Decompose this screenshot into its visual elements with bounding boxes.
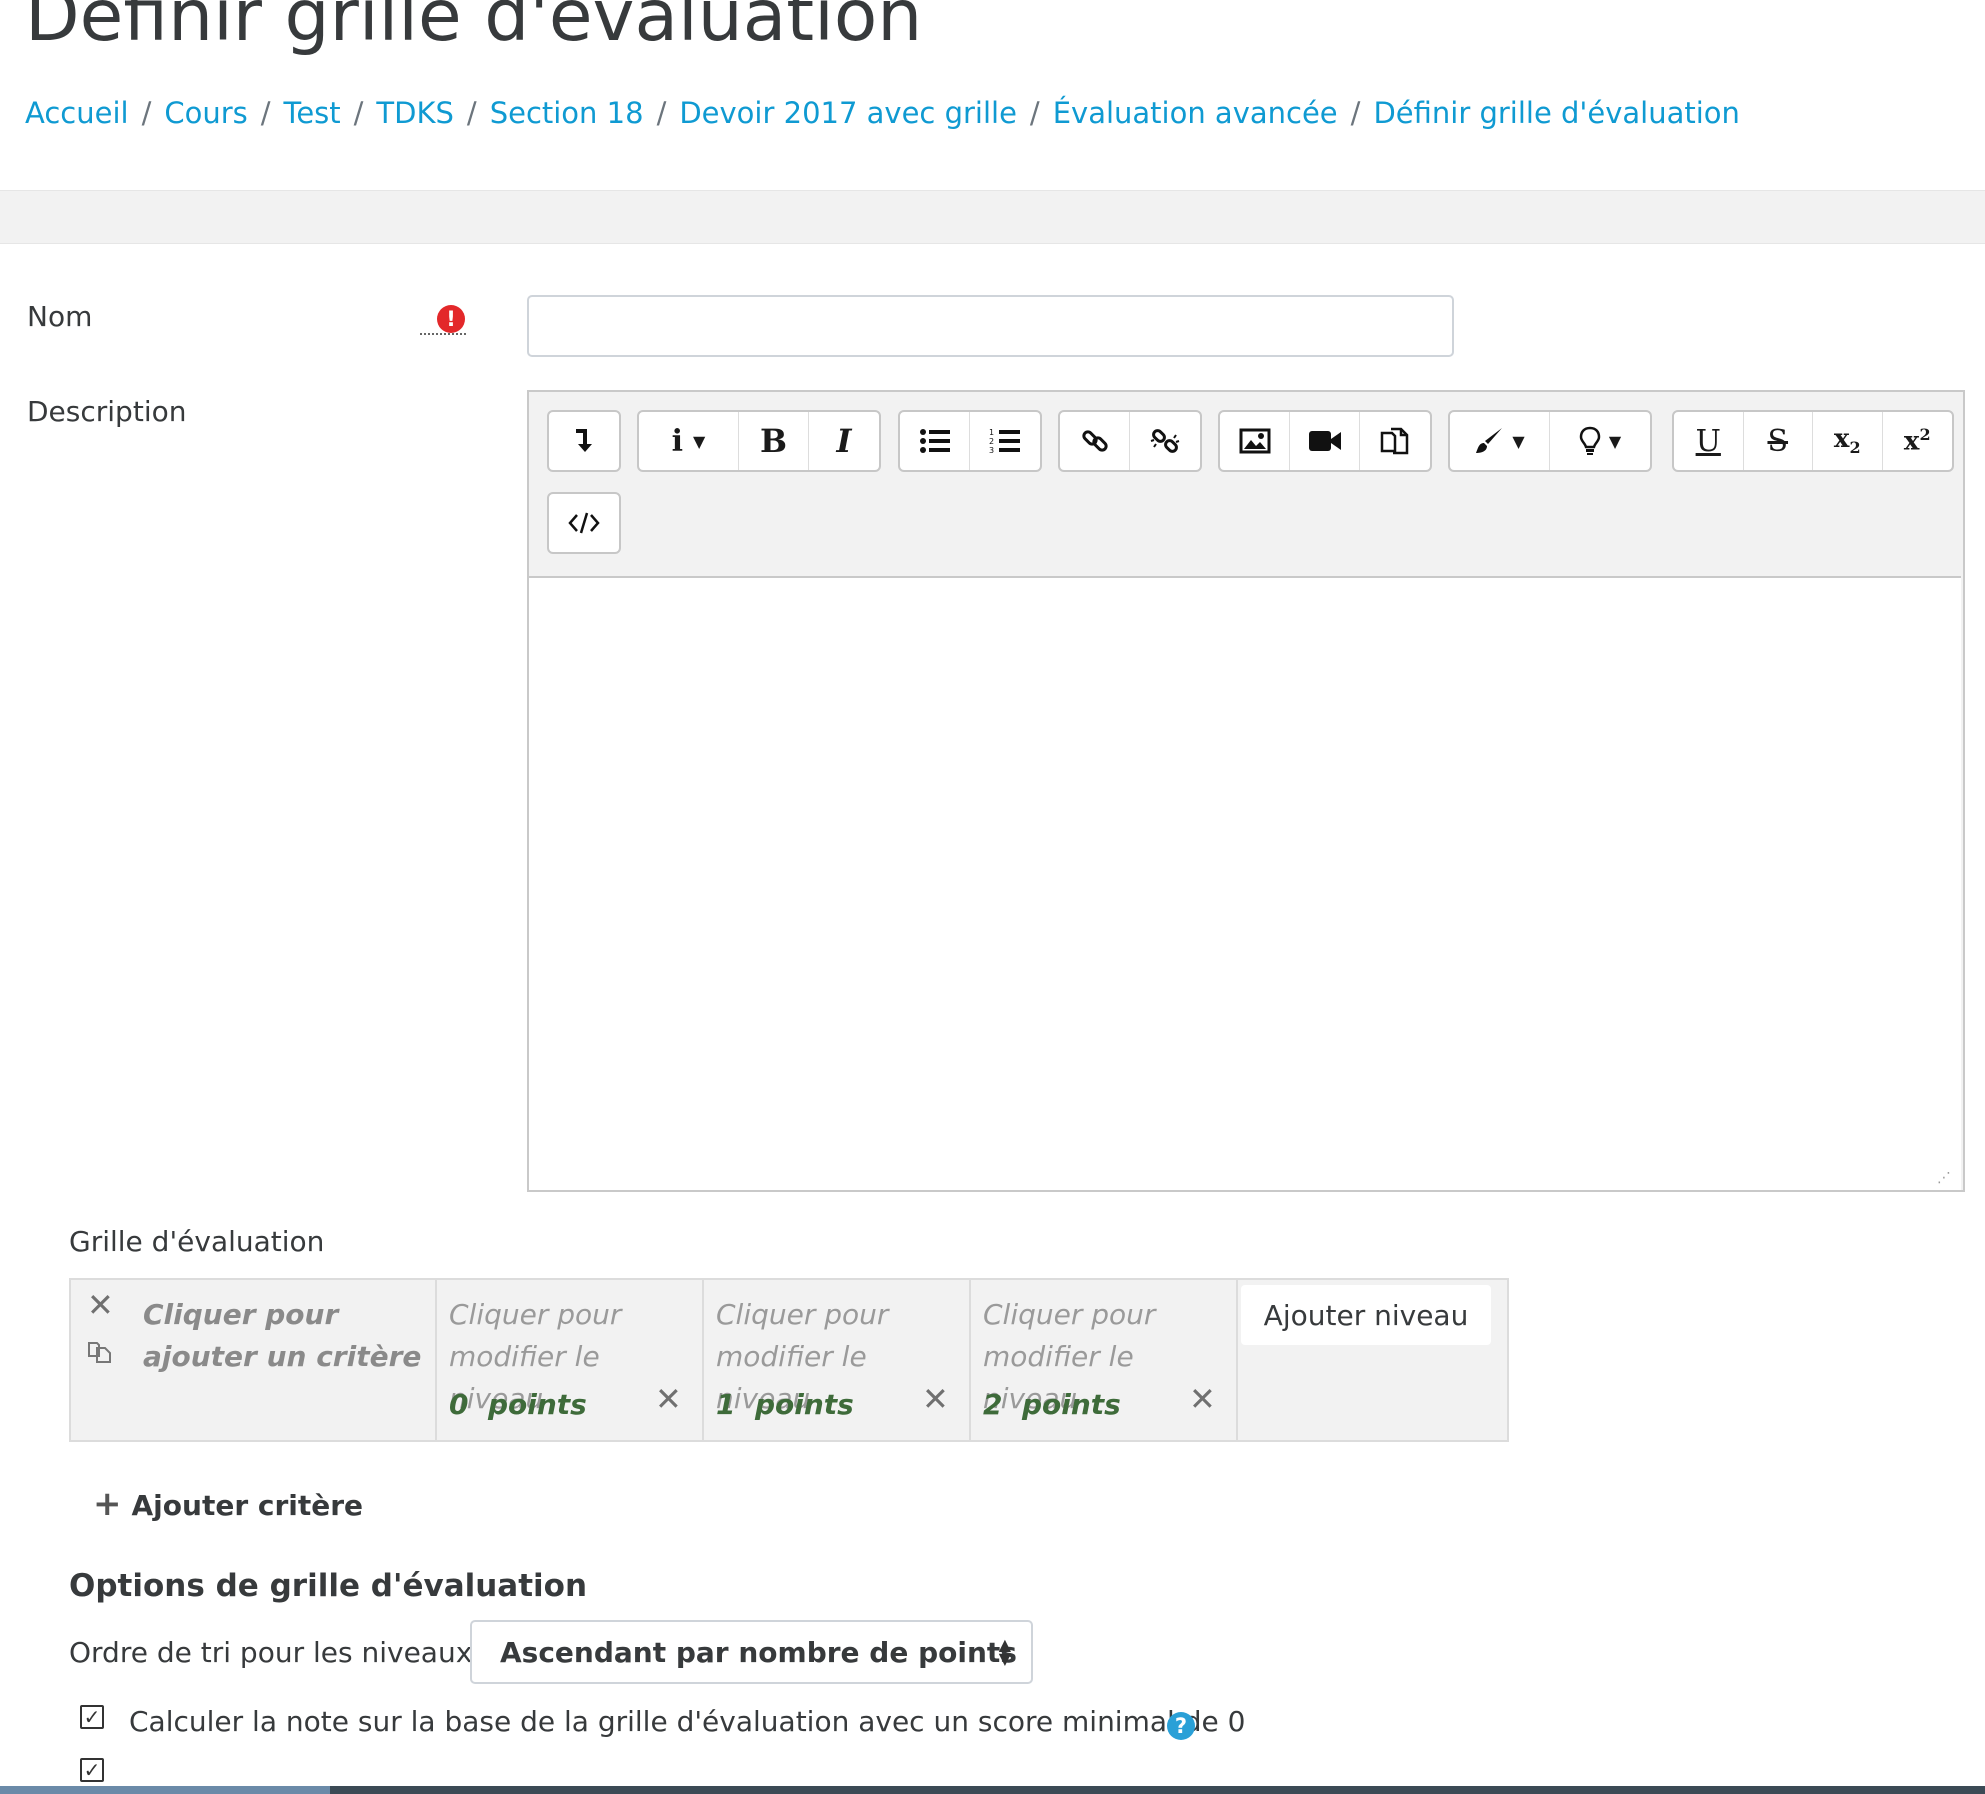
delete-level-icon[interactable]: ✕: [922, 1380, 949, 1418]
name-label: Nom: [27, 300, 93, 333]
svg-text:1: 1: [989, 428, 994, 437]
level-points[interactable]: 0 points: [449, 1388, 587, 1421]
image-icon[interactable]: [1220, 412, 1290, 470]
select-arrows-icon: ▲ ▼: [998, 1635, 1011, 1668]
name-input[interactable]: [527, 295, 1454, 357]
breadcrumb-section[interactable]: Section 18: [490, 96, 644, 130]
level-cell-0[interactable]: Cliquer pour modifier le niveau 0 points…: [437, 1280, 704, 1440]
rubric-label: Grille d'évaluation: [69, 1225, 325, 1258]
criterion-cell: ✕ Cliquer pour ajouter un critère: [71, 1280, 437, 1440]
editor-content-area[interactable]: [529, 576, 1961, 1190]
breadcrumb-test[interactable]: Test: [284, 96, 341, 130]
breadcrumb-devoir[interactable]: Devoir 2017 avec grille: [679, 96, 1017, 130]
sort-order-label: Ordre de tri pour les niveaux :: [69, 1636, 491, 1669]
breadcrumb-cours[interactable]: Cours: [164, 96, 247, 130]
header-band: [0, 190, 1985, 244]
bottom-strip: [0, 1786, 1985, 1794]
breadcrumb-accueil[interactable]: Accueil: [25, 96, 129, 130]
resize-grip-icon[interactable]: ⋰: [1937, 1170, 1953, 1186]
italic-icon[interactable]: I: [809, 412, 879, 470]
toolbar-group-collapse: [547, 410, 621, 472]
level-points[interactable]: 2 points: [983, 1388, 1121, 1421]
toolbar-group-style: i ▼ B I: [637, 410, 881, 472]
toolbar-group-links: [1058, 410, 1202, 472]
level-cell-1[interactable]: Cliquer pour modifier le niveau 1 points…: [704, 1280, 971, 1440]
strikethrough-icon[interactable]: S: [1744, 412, 1813, 470]
description-label: Description: [27, 395, 187, 428]
text-color-icon[interactable]: ▼: [1450, 412, 1550, 470]
paragraph-style-icon[interactable]: i ▼: [639, 412, 739, 470]
criterion-description[interactable]: Cliquer pour ajouter un critère: [143, 1294, 428, 1378]
toolbar-group-tools: ▼ ▼: [1448, 410, 1652, 472]
toolbar-group-media: [1218, 410, 1432, 472]
toolbar-group-lists: 123: [898, 410, 1042, 472]
accessibility-icon[interactable]: ▼: [1550, 412, 1650, 470]
page-title: Définir grille d'évaluation: [25, 0, 923, 57]
unlink-icon[interactable]: [1130, 412, 1200, 470]
superscript-icon[interactable]: x2: [1883, 412, 1953, 470]
link-icon[interactable]: [1060, 412, 1130, 470]
required-icon: !: [437, 305, 465, 333]
toolbar-group-format: U S x2 x2: [1672, 410, 1954, 472]
collapse-icon[interactable]: [549, 412, 619, 470]
duplicate-criterion-icon[interactable]: [87, 1340, 113, 1368]
help-icon[interactable]: ?: [1167, 1712, 1195, 1740]
svg-text:3: 3: [989, 446, 994, 455]
svg-text:2: 2: [989, 437, 994, 446]
breadcrumb: Accueil / Cours / Test / TDKS / Section 18/Devoi…: [25, 96, 1740, 130]
level-points[interactable]: 1 points: [716, 1388, 854, 1421]
delete-level-icon[interactable]: ✕: [1189, 1380, 1216, 1418]
add-level-button[interactable]: Ajouter niveau: [1241, 1285, 1491, 1345]
add-criterion-button[interactable]: + Ajouter critère: [93, 1484, 363, 1524]
options-heading: Options de grille d'évaluation: [69, 1568, 588, 1604]
underline-icon[interactable]: U: [1674, 412, 1744, 470]
numbered-list-icon[interactable]: 123: [970, 412, 1040, 470]
bulleted-list-icon[interactable]: [900, 412, 970, 470]
sort-order-select[interactable]: Ascendant par nombre de points ▲ ▼: [470, 1620, 1033, 1684]
video-icon[interactable]: [1290, 412, 1360, 470]
delete-level-icon[interactable]: ✕: [655, 1380, 682, 1418]
plus-icon: +: [93, 1484, 122, 1524]
min-score-checkbox[interactable]: ✓: [80, 1705, 104, 1729]
breadcrumb-current[interactable]: Définir grille d'évaluation: [1373, 96, 1740, 130]
required-underline: [420, 333, 466, 335]
level-cell-2[interactable]: Cliquer pour modifier le niveau 2 points…: [971, 1280, 1238, 1440]
breadcrumb-evaluation-avancee[interactable]: Évaluation avancée: [1053, 96, 1338, 130]
bold-icon[interactable]: B: [739, 412, 809, 470]
html-icon[interactable]: [549, 494, 619, 552]
delete-criterion-icon[interactable]: ✕: [87, 1286, 114, 1324]
manage-files-icon[interactable]: [1360, 412, 1430, 470]
subscript-icon[interactable]: x2: [1813, 412, 1883, 470]
second-option-checkbox[interactable]: ✓: [80, 1758, 104, 1782]
toolbar-group-html: [547, 492, 621, 554]
min-score-checkbox-label: Calculer la note sur la base de la grill…: [129, 1705, 1246, 1738]
breadcrumb-tdks[interactable]: TDKS: [376, 96, 453, 130]
